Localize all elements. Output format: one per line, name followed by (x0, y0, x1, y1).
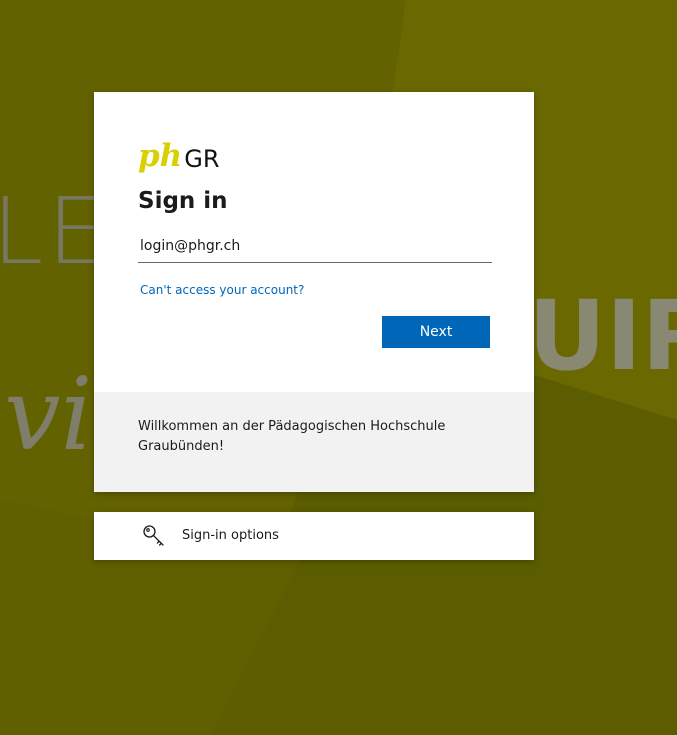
cant-access-account-link[interactable]: Can't access your account? (140, 283, 304, 297)
background-text-uir: UIR (528, 280, 677, 392)
logo-ph-text: ph (138, 138, 183, 174)
background-text-le: LE (0, 178, 110, 285)
sign-in-options-button[interactable]: Sign-in options (94, 512, 534, 560)
page-title: Sign in (138, 188, 228, 214)
welcome-text: Willkommen an der Pädagogischen Hochschu… (138, 419, 446, 454)
background-text-vi: vi (4, 356, 93, 473)
logo-gr-text: GR (184, 145, 220, 173)
sign-in-form: ph GR Sign in Can't access your account?… (94, 92, 534, 392)
sign-in-options-label: Sign-in options (182, 528, 279, 543)
email-field[interactable] (138, 230, 492, 263)
sign-in-card: ph GR Sign in Can't access your account?… (94, 92, 534, 492)
phgr-logo: ph GR (138, 136, 220, 172)
next-button[interactable]: Next (382, 316, 490, 348)
key-icon (143, 525, 164, 546)
